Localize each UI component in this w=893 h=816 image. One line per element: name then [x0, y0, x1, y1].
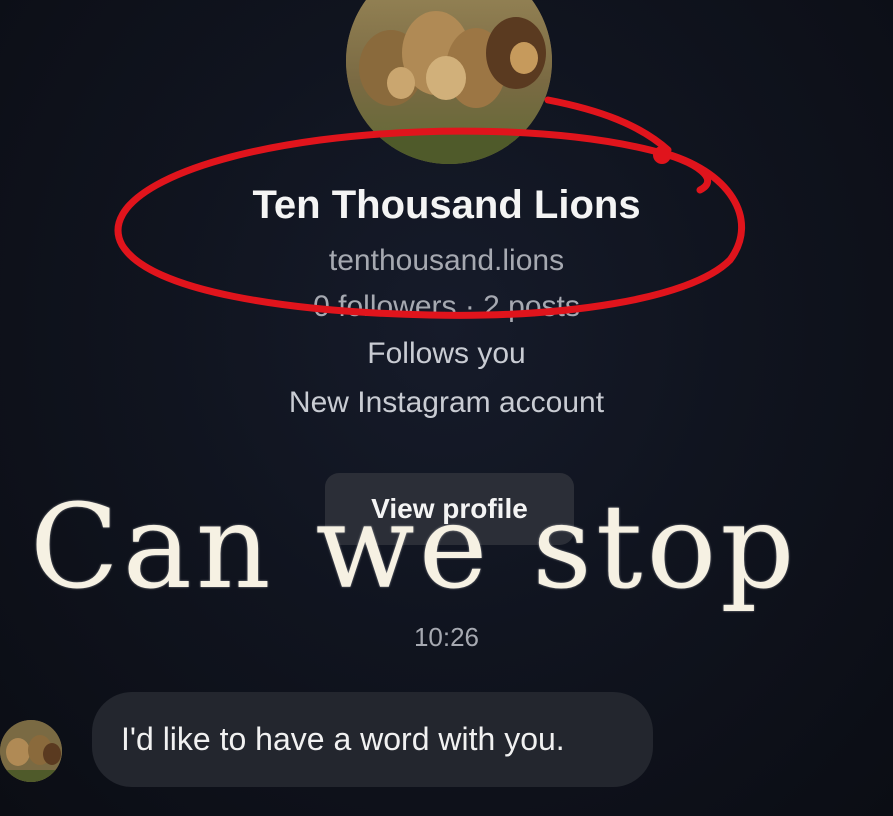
view-profile-button[interactable]: View profile	[325, 473, 574, 545]
lion-photo-icon	[346, 0, 552, 164]
profile-avatar[interactable]	[346, 0, 552, 164]
lion-photo-icon	[0, 720, 62, 782]
profile-handle: tenthousand.lions	[328, 244, 565, 277]
message-timestamp: 10:26	[413, 622, 480, 652]
profile-name: Ten Thousand Lions	[252, 183, 641, 227]
follows-you-label: Follows you	[367, 337, 526, 370]
profile-stats: 0 followers · 2 posts	[313, 290, 580, 323]
message-thread-screen: Ten Thousand Lions tenthousand.lions 0 f…	[0, 0, 893, 816]
message-text: I'd like to have a word with you.	[121, 721, 565, 757]
message-bubble[interactable]: I'd like to have a word with you.	[92, 692, 653, 787]
sender-avatar[interactable]	[0, 720, 62, 782]
new-account-note: New Instagram account	[288, 386, 605, 419]
